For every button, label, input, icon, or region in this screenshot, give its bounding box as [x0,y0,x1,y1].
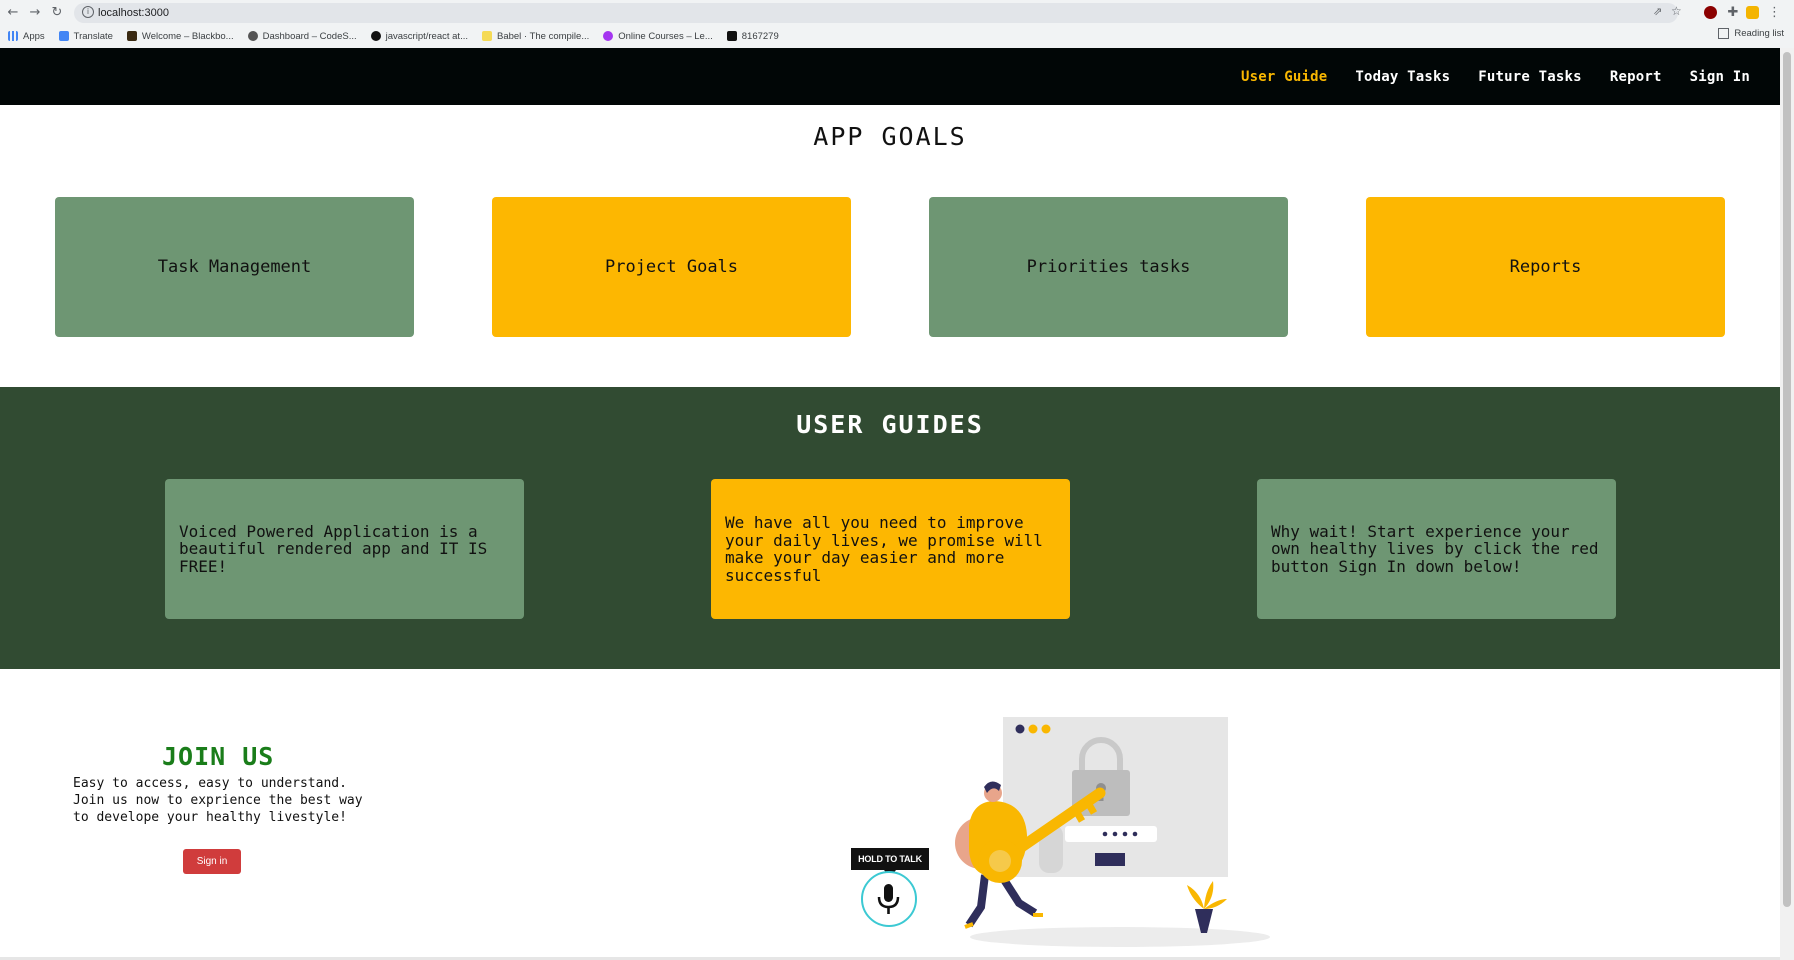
scrollbar-thumb[interactable] [1783,52,1791,907]
nav-links: User Guide Today Tasks Future Tasks Repo… [1241,48,1750,105]
reading-list-icon [1718,28,1730,39]
udemy-icon [603,31,614,41]
user-guides-section: USER GUIDES Voiced Powered Application i… [0,387,1780,669]
goal-card-task-management: Task Management [55,197,414,337]
guide-card-start: Why wait! Start experience your own heal… [1257,479,1616,619]
hold-to-talk-tooltip: HOLD TO TALK [851,848,929,877]
microphone-icon [877,884,900,914]
sign-in-button[interactable]: Sign in [183,849,241,874]
goal-card-project-goals: Project Goals [492,197,851,337]
babel-icon [482,31,492,41]
app-goals-title: APP GOALS [813,122,967,151]
bookmarks-bar: Apps Translate Welcome – Blackbo... Dash… [8,28,779,44]
top-navbar: User Guide Today Tasks Future Tasks Repo… [0,48,1780,105]
join-text-line: Easy to access, easy to understand. [73,776,347,791]
join-us-description: Easy to access, easy to understand. Join… [73,775,373,826]
bookmark-star-icon[interactable]: ☆ [1671,4,1682,18]
goal-card-priorities-tasks: Priorities tasks [929,197,1288,337]
join-us-title: JOIN US [162,742,275,771]
guide-card-free: Voiced Powered Application is a beautifu… [165,479,524,619]
extensions-puzzle-icon[interactable]: ✚ [1724,4,1742,22]
reading-list[interactable]: Reading list [1718,28,1784,39]
github-icon [370,31,381,41]
url-text[interactable]: localhost:3000 [98,3,169,23]
guide-text: Voiced Powered Application is a beautifu… [179,521,488,576]
nav-report[interactable]: Report [1610,69,1662,85]
nav-sign-in[interactable]: Sign In [1690,69,1750,85]
blackboard-icon [126,31,137,41]
profile-extension-icon[interactable] [1746,6,1759,19]
codesignal-icon [247,31,258,41]
bookmark-blackboard[interactable]: Welcome – Blackbo... [126,31,234,42]
google-translate-icon [58,31,69,41]
browser-chrome: ← → ↻ i localhost:3000 ⇗ ☆ ✚ ⋮ Apps Tran… [0,0,1794,49]
bookmark-udemy[interactable]: Online Courses – Le... [603,31,713,42]
bookmark-babel[interactable]: Babel · The compile... [482,31,589,42]
reload-icon[interactable]: ↻ [48,4,66,22]
join-text-line: to develope your healthy livestyle! [73,810,347,825]
bookmark-translate[interactable]: Translate [58,31,113,42]
apps-grid-icon [8,31,18,41]
user-guides-title: USER GUIDES [796,410,984,439]
page-scrollbar[interactable] [1780,48,1794,960]
back-icon[interactable]: ← [4,4,22,22]
join-text-line: Join us now to exprience the best way [73,793,363,808]
goal-card-reports: Reports [1366,197,1725,337]
nav-user-guide[interactable]: User Guide [1241,69,1327,85]
ublock-extension-icon[interactable] [1704,6,1717,19]
person-with-key-unlocking-icon [955,717,1270,947]
menu-kebab-icon[interactable]: ⋮ [1768,4,1781,22]
bookmark-apps[interactable]: Apps [8,31,45,42]
nav-future-tasks[interactable]: Future Tasks [1478,69,1582,85]
bb-icon [726,31,737,41]
forward-icon[interactable]: → [26,4,44,22]
guide-text: We have all you need to improve your dai… [725,513,1043,585]
site-info-icon[interactable]: i [82,6,94,18]
address-bar[interactable]: i localhost:3000 ⇗ ☆ [74,3,1682,23]
bookmark-8167279[interactable]: 8167279 [726,31,779,42]
bookmark-github[interactable]: javascript/react at... [370,31,468,42]
guide-card-improve: We have all you need to improve your dai… [711,479,1070,619]
microphone-button[interactable] [861,871,917,927]
share-icon[interactable]: ⇗ [1653,5,1662,18]
bookmark-codesignal[interactable]: Dashboard – CodeS... [247,31,357,42]
nav-today-tasks[interactable]: Today Tasks [1355,69,1450,85]
guide-text: Why wait! Start experience your own heal… [1271,521,1599,576]
